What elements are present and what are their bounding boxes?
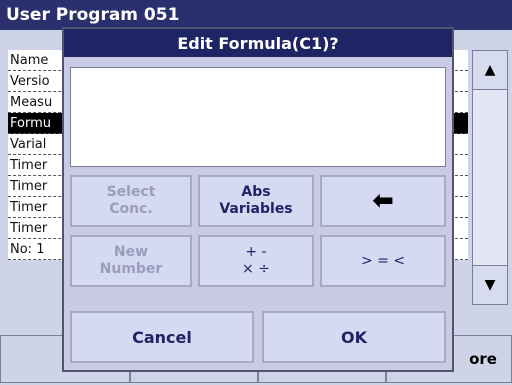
button-label: New [113,244,149,260]
backspace-arrow-icon: ⬅ [372,185,394,216]
button-label: Number [99,261,163,277]
abs-variables-button[interactable]: Abs Variables [198,175,314,227]
backspace-button[interactable]: ⬅ [320,175,446,227]
button-label: + - [245,244,267,260]
scroll-up-button[interactable]: ▲ [472,50,508,90]
comparators-button[interactable]: > = < [320,235,446,287]
screen-title: User Program 051 [0,0,512,30]
scroll-up-icon: ▲ [484,62,496,78]
edit-formula-dialog: Edit Formula(C1)? Select Conc. Abs Varia… [62,27,454,372]
button-label: OK [341,327,367,347]
button-label: × ÷ [242,261,270,277]
cancel-button[interactable]: Cancel [70,311,254,363]
button-label: Select [106,184,156,200]
ok-button[interactable]: OK [262,311,446,363]
button-label: ore [469,350,497,368]
button-label: Cancel [132,327,192,347]
formula-field[interactable] [70,67,446,167]
select-conc-button[interactable]: Select Conc. [70,175,192,227]
new-number-button[interactable]: New Number [70,235,192,287]
scroll-down-icon: ▼ [484,277,496,293]
dialog-title: Edit Formula(C1)? [64,29,452,57]
scrollbar-track[interactable] [472,90,508,265]
button-label: Abs [241,184,271,200]
button-label: Variables [219,201,293,217]
scroll-down-button[interactable]: ▼ [472,265,508,305]
operators-button[interactable]: + - × ÷ [198,235,314,287]
button-label: > = < [360,252,406,269]
button-label: Conc. [109,201,153,217]
